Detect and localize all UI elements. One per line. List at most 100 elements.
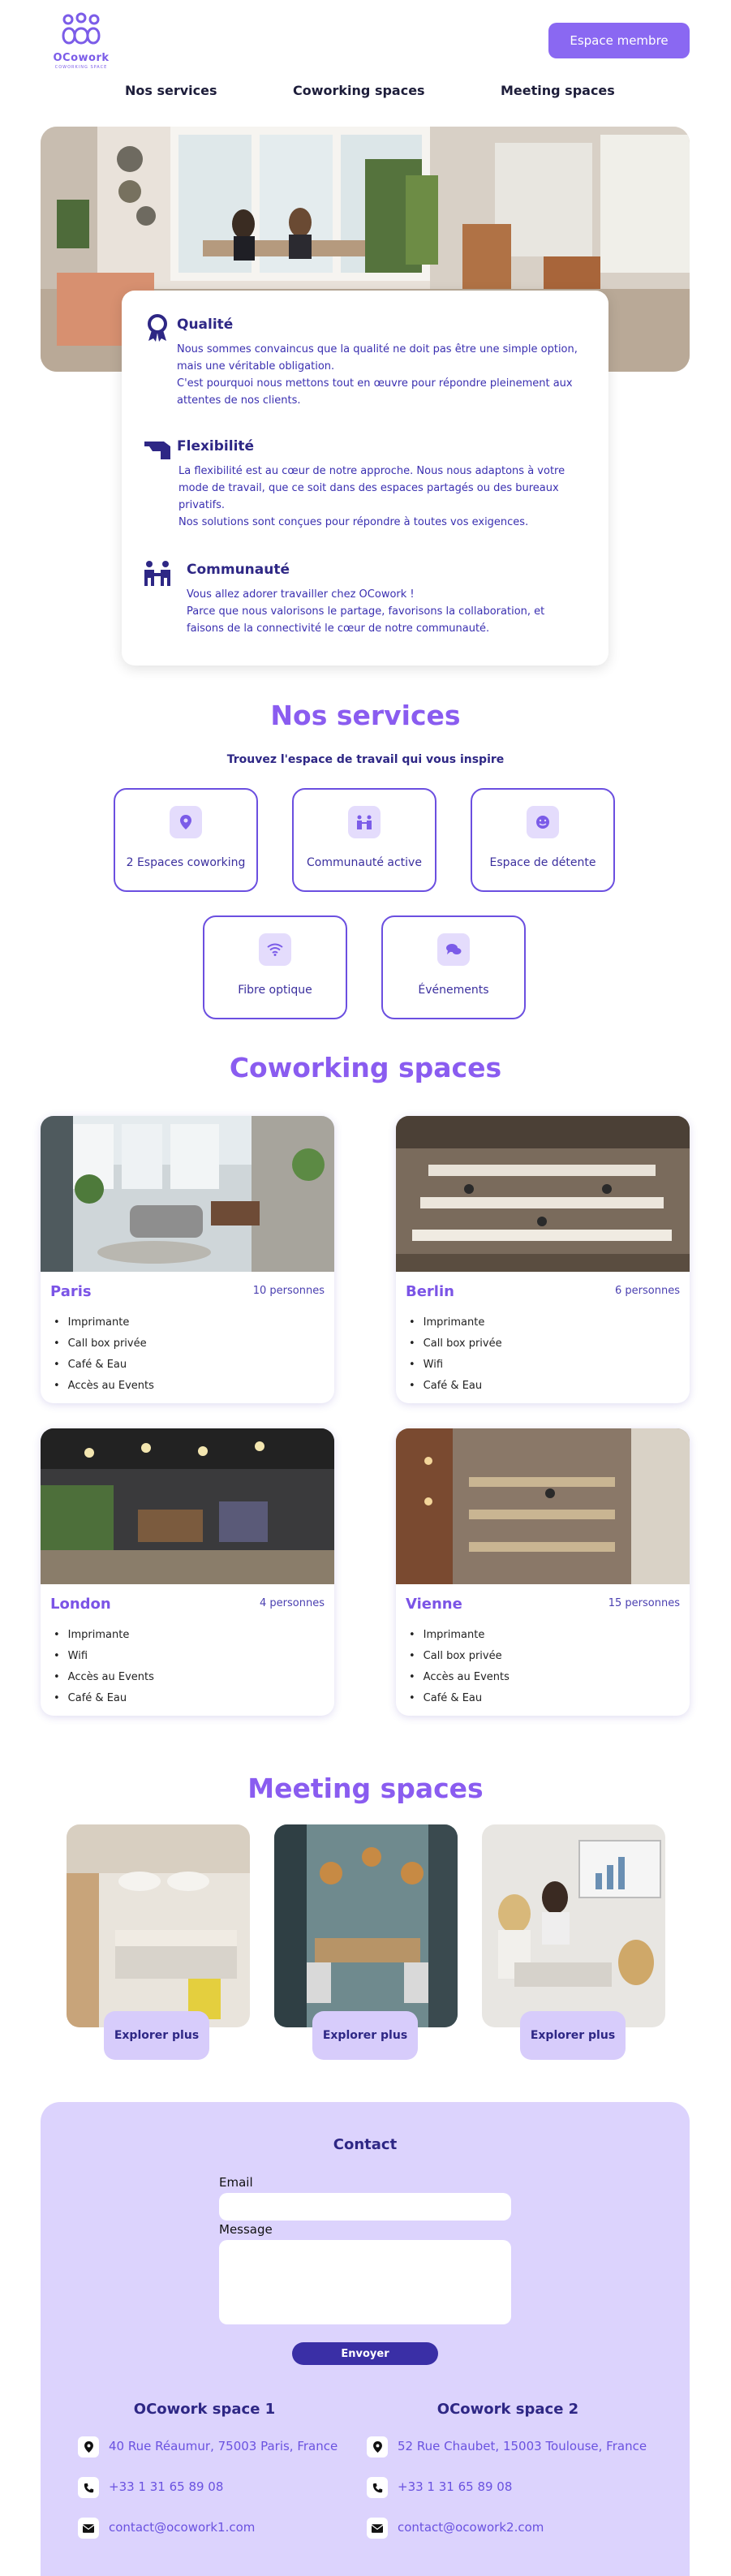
feature-item: Café & Eau xyxy=(54,1355,154,1376)
chat-bubbles-icon xyxy=(437,933,470,966)
value-text-community: Vous allez adorer travailler chez OCowor… xyxy=(187,588,545,635)
meeting-photo xyxy=(274,1824,458,2027)
message-field[interactable] xyxy=(219,2240,511,2324)
logo-mark-icon xyxy=(62,12,101,45)
coworking-features: Imprimante Wifi Accès au Events Café & E… xyxy=(54,1625,154,1709)
location-pin-icon xyxy=(170,806,202,838)
office-address: 40 Rue Réaumur, 75003 Paris, France xyxy=(109,2439,338,2453)
service-card[interactable]: 2 Espaces coworking xyxy=(114,788,258,892)
service-card[interactable]: Communauté active xyxy=(292,788,436,892)
services-subtitle: Trouvez l'espace de travail qui vous ins… xyxy=(226,753,505,766)
coworking-capacity: 15 personnes xyxy=(608,1597,680,1609)
feature-item: Café & Eau xyxy=(409,1688,510,1709)
coworking-photo xyxy=(41,1428,334,1584)
feature-item: Accès au Events xyxy=(409,1667,510,1688)
feature-item: Call box privée xyxy=(54,1333,154,1355)
brand-logo[interactable]: OCowork COWORKING SPACE xyxy=(47,11,115,76)
coworking-title: Coworking spaces xyxy=(229,1052,502,1083)
nav-meeting[interactable]: Meeting spaces xyxy=(501,83,615,98)
nav-services[interactable]: Nos services xyxy=(125,83,217,98)
value-title-community: Communauté xyxy=(187,562,290,578)
office-name: OCowork space 2 xyxy=(436,2401,579,2418)
feature-item: Imprimante xyxy=(54,1625,154,1646)
coworking-city: Berlin xyxy=(406,1283,454,1300)
brand-tagline: COWORKING SPACE xyxy=(54,65,108,70)
email-label: Email xyxy=(219,2175,253,2190)
message-label: Message xyxy=(219,2222,273,2237)
office-email[interactable]: contact@ocowork2.com xyxy=(398,2520,544,2535)
office-phone[interactable]: +33 1 31 65 89 08 xyxy=(109,2479,223,2494)
feature-item: Café & Eau xyxy=(54,1688,154,1709)
community-people-icon xyxy=(144,561,170,586)
mail-icon xyxy=(78,2518,99,2539)
feature-item: Imprimante xyxy=(409,1625,510,1646)
office-name: OCowork space 1 xyxy=(133,2401,276,2418)
coworking-capacity: 10 personnes xyxy=(252,1285,325,1297)
contact-title: Contact xyxy=(333,2136,398,2153)
people-icon xyxy=(348,806,381,838)
coworking-city: London xyxy=(50,1596,111,1613)
meeting-photo xyxy=(482,1824,665,2027)
feature-item: Café & Eau xyxy=(409,1376,502,1397)
award-ribbon-icon xyxy=(148,314,167,342)
service-card[interactable]: Fibre optique xyxy=(203,915,347,1019)
value-title-flexibility: Flexibilité xyxy=(177,438,255,454)
nav-coworking[interactable]: Coworking spaces xyxy=(293,83,425,98)
service-label: Événements xyxy=(418,984,489,997)
coworking-features: Imprimante Call box privée Accès au Even… xyxy=(409,1625,510,1709)
feature-item: Accès au Events xyxy=(54,1376,154,1397)
services-title: Nos services xyxy=(270,700,461,731)
location-pin-icon xyxy=(367,2436,388,2458)
contact-section: Contact Email Message Envoyer OCowork sp… xyxy=(41,2102,690,2576)
feature-item: Call box privée xyxy=(409,1646,510,1667)
coworking-card-berlin[interactable]: Berlin 6 personnes Imprimante Call box p… xyxy=(396,1116,690,1403)
coworking-capacity: 4 personnes xyxy=(260,1597,325,1609)
phone-icon xyxy=(78,2477,99,2498)
member-area-button[interactable]: Espace membre xyxy=(548,23,690,58)
coworking-card-paris[interactable]: Paris 10 personnes Imprimante Call box p… xyxy=(41,1116,334,1403)
service-label: Espace de détente xyxy=(489,856,596,869)
coworking-capacity: 6 personnes xyxy=(615,1285,680,1297)
smile-icon xyxy=(527,806,559,838)
office-address: 52 Rue Chaubet, 15003 Toulouse, France xyxy=(398,2439,647,2453)
explore-more-button[interactable]: Explorer plus xyxy=(104,2011,209,2060)
service-label: 2 Espaces coworking xyxy=(126,856,246,869)
meeting-photo xyxy=(67,1824,250,2027)
coworking-photo xyxy=(41,1116,334,1272)
feature-item: Accès au Events xyxy=(54,1667,154,1688)
phone-icon xyxy=(367,2477,388,2498)
coworking-card-vienne[interactable]: Vienne 15 personnes Imprimante Call box … xyxy=(396,1428,690,1716)
service-label: Fibre optique xyxy=(238,984,312,997)
explore-more-button[interactable]: Explorer plus xyxy=(312,2011,418,2060)
coworking-photo xyxy=(396,1116,690,1272)
brand-name: OCowork xyxy=(53,52,110,64)
wifi-icon xyxy=(259,933,291,966)
coworking-city: Vienne xyxy=(406,1596,462,1613)
values-card: Qualité Nous sommes convaincus que la qu… xyxy=(122,291,608,666)
feature-item: Imprimante xyxy=(409,1312,502,1333)
explore-more-button[interactable]: Explorer plus xyxy=(520,2011,626,2060)
value-text-flexibility: La flexibilité est au cœur de notre appr… xyxy=(178,465,565,528)
coworking-features: Imprimante Call box privée Café & Eau Ac… xyxy=(54,1312,154,1397)
coworking-features: Imprimante Call box privée Wifi Café & E… xyxy=(409,1312,502,1397)
value-text-quality: Nous sommes convaincus que la qualité ne… xyxy=(177,343,578,407)
feature-item: Wifi xyxy=(54,1646,154,1667)
service-card[interactable]: Espace de détente xyxy=(471,788,615,892)
service-label: Communauté active xyxy=(307,856,422,869)
office-email[interactable]: contact@ocowork1.com xyxy=(109,2520,255,2535)
value-title-quality: Qualité xyxy=(177,317,234,333)
meeting-title: Meeting spaces xyxy=(247,1773,484,1804)
email-field[interactable] xyxy=(219,2193,511,2221)
location-pin-icon xyxy=(78,2436,99,2458)
send-button[interactable]: Envoyer xyxy=(292,2342,438,2365)
feature-item: Call box privée xyxy=(409,1333,502,1355)
coworking-city: Paris xyxy=(50,1283,92,1300)
coworking-photo xyxy=(396,1428,690,1584)
mail-icon xyxy=(367,2518,388,2539)
feature-item: Imprimante xyxy=(54,1312,154,1333)
flexible-hand-icon xyxy=(144,442,170,459)
feature-item: Wifi xyxy=(409,1355,502,1376)
office-phone[interactable]: +33 1 31 65 89 08 xyxy=(398,2479,512,2494)
service-card[interactable]: Événements xyxy=(381,915,526,1019)
coworking-card-london[interactable]: London 4 personnes Imprimante Wifi Accès… xyxy=(41,1428,334,1716)
